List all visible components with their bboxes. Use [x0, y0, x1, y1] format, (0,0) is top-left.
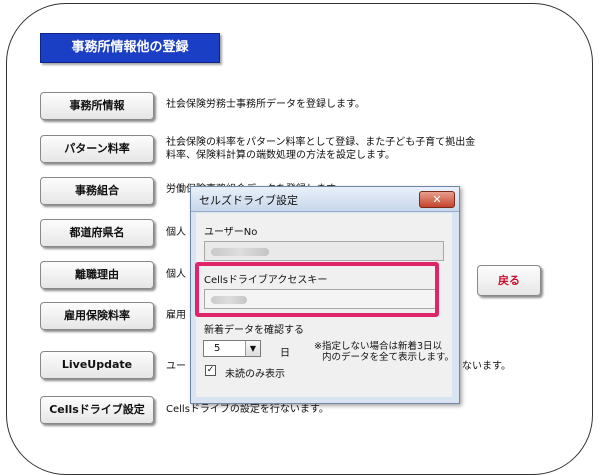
- chevron-down-icon[interactable]: ▼: [245, 341, 260, 356]
- days-note-line2: 内のデータを全て表示します。: [322, 352, 455, 363]
- office-info-button[interactable]: 事務所情報: [40, 92, 154, 120]
- cells-drive-settings-description: Cellsドライブの設定を行ないます。: [166, 404, 329, 415]
- dialog-titlebar[interactable]: セルズドライブ設定 ✕: [191, 187, 459, 212]
- prefecture-button[interactable]: 都道府県名: [40, 219, 154, 247]
- liveupdate-button[interactable]: LiveUpdate: [40, 351, 154, 379]
- liveupdate-description-tail: ないます。: [462, 361, 511, 372]
- user-no-label: ユーザーNo: [204, 227, 258, 238]
- back-button[interactable]: 戻る: [477, 265, 541, 296]
- days-unit-label: 日: [280, 348, 290, 359]
- new-data-days-label: 新着データを確認する: [204, 325, 304, 336]
- prefecture-description: 個人: [166, 227, 186, 238]
- pattern-rate-description: 社会保険の料率をパターン料率として登録、また子ども子育て拠出金 料率、保険料計算…: [166, 136, 475, 162]
- office-info-description: 社会保険労務士事務所データを登録します。: [166, 99, 365, 110]
- separation-reason-description: 個人: [166, 269, 186, 280]
- page-title: 事務所情報他の登録: [40, 33, 220, 63]
- days-select[interactable]: 5 ▼: [203, 340, 261, 357]
- days-note-line1: ※指定しない場合は新着3日以: [314, 341, 443, 352]
- labor-union-button[interactable]: 事務組合: [40, 177, 154, 205]
- unread-only-checkbox[interactable]: ✓: [205, 365, 216, 376]
- dialog-title: セルズドライブ設定: [199, 194, 298, 207]
- pattern-rate-description-line2: 料率、保険料計算の端数処理の方法を設定します。: [166, 150, 395, 161]
- access-key-highlight: [195, 262, 439, 317]
- separation-reason-button[interactable]: 離職理由: [40, 261, 154, 289]
- user-no-field[interactable]: [204, 241, 444, 261]
- employment-insurance-rate-button[interactable]: 雇用保険料率: [40, 302, 154, 330]
- close-icon[interactable]: ✕: [419, 191, 455, 208]
- cells-drive-settings-button[interactable]: Cellsドライブ設定: [40, 396, 154, 424]
- pattern-rate-button[interactable]: パターン料率: [40, 135, 154, 163]
- pattern-rate-description-line1: 社会保険の料率をパターン料率として登録、また子ども子育て拠出金: [166, 137, 476, 148]
- masked-value: [211, 248, 269, 256]
- days-select-value: 5: [214, 343, 221, 354]
- unread-only-label: 未読のみ表示: [225, 369, 285, 380]
- days-note: ※指定しない場合は新着3日以 内のデータを全て表示します。: [314, 341, 454, 363]
- employment-insurance-rate-description: 雇用: [166, 310, 186, 321]
- liveupdate-description: ユー: [166, 361, 186, 372]
